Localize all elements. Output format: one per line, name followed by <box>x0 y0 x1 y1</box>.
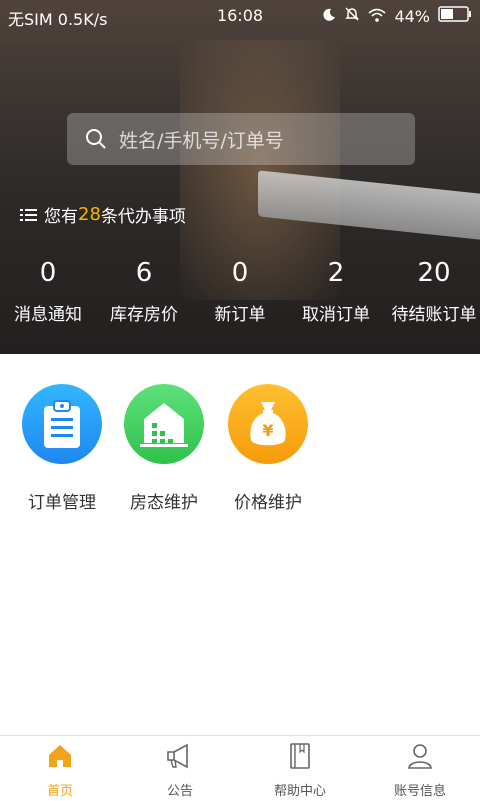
stat-value: 20 <box>417 258 451 288</box>
stat-label: 库存房价 <box>110 305 178 325</box>
svg-text:¥: ¥ <box>262 421 273 440</box>
user-icon <box>408 744 432 769</box>
stat-cancelled-orders[interactable]: 2 取消订单 <box>288 258 384 325</box>
clipboard-icon <box>22 384 102 464</box>
wifi-icon <box>368 7 386 26</box>
todo-suffix: 条代办事项 <box>100 207 186 227</box>
app-price-maintenance[interactable]: ¥ 价格维护 <box>218 384 318 513</box>
battery-icon <box>438 6 472 26</box>
stat-label: 待结账订单 <box>391 305 477 325</box>
stat-label: 消息通知 <box>14 305 82 325</box>
book-icon <box>290 743 310 769</box>
stat-value: 6 <box>135 258 153 288</box>
stat-value: 2 <box>327 258 345 288</box>
app-label: 价格维护 <box>234 493 302 513</box>
app-label: 房态维护 <box>130 493 198 513</box>
tab-home[interactable]: 首页 <box>0 742 120 799</box>
tab-help-center[interactable]: 帮助中心 <box>240 742 360 799</box>
bottom-tab-bar: 首页 公告 帮助中心 账号信息 <box>0 735 480 801</box>
stat-value: 0 <box>231 258 249 288</box>
stat-label: 新订单 <box>214 305 266 325</box>
house-icon <box>124 384 204 464</box>
app-label: 订单管理 <box>28 493 96 513</box>
stat-label: 取消订单 <box>302 305 370 325</box>
tab-label: 帮助中心 <box>273 784 326 799</box>
money-bag-icon: ¥ <box>228 384 308 464</box>
app-room-status[interactable]: 房态维护 <box>114 384 214 513</box>
home-icon <box>49 745 71 767</box>
battery-percent: 44% <box>394 6 430 26</box>
stat-inventory-price[interactable]: 6 库存房价 <box>96 258 192 325</box>
moon-icon <box>322 7 336 26</box>
todo-count: 28 <box>78 204 101 225</box>
tab-label: 首页 <box>46 784 73 799</box>
background-laptop-image <box>258 170 480 240</box>
tab-account-info[interactable]: 账号信息 <box>360 742 480 799</box>
status-bar: 无SIM 0.5K/s 16:08 44% <box>0 0 480 32</box>
tab-announcements[interactable]: 公告 <box>120 742 240 799</box>
stat-new-orders[interactable]: 0 新订单 <box>192 258 288 325</box>
app-order-management[interactable]: 订单管理 <box>12 384 112 513</box>
todo-summary[interactable]: 您有 28 条代办事项 <box>20 202 186 227</box>
megaphone-icon <box>167 743 188 769</box>
status-right: 44% <box>322 6 472 26</box>
stat-pending-checkout[interactable]: 20 待结账订单 <box>386 258 480 325</box>
search-icon <box>86 129 106 149</box>
search-input[interactable]: 姓名/手机号/订单号 <box>67 113 415 165</box>
stat-messages[interactable]: 0 消息通知 <box>0 258 96 325</box>
search-placeholder: 姓名/手机号/订单号 <box>119 129 284 152</box>
mute-bell-icon <box>344 6 360 26</box>
list-icon <box>20 208 37 221</box>
tab-label: 公告 <box>166 784 193 799</box>
stat-value: 0 <box>39 258 57 288</box>
todo-prefix: 您有 <box>44 207 78 227</box>
tab-label: 账号信息 <box>393 784 446 799</box>
